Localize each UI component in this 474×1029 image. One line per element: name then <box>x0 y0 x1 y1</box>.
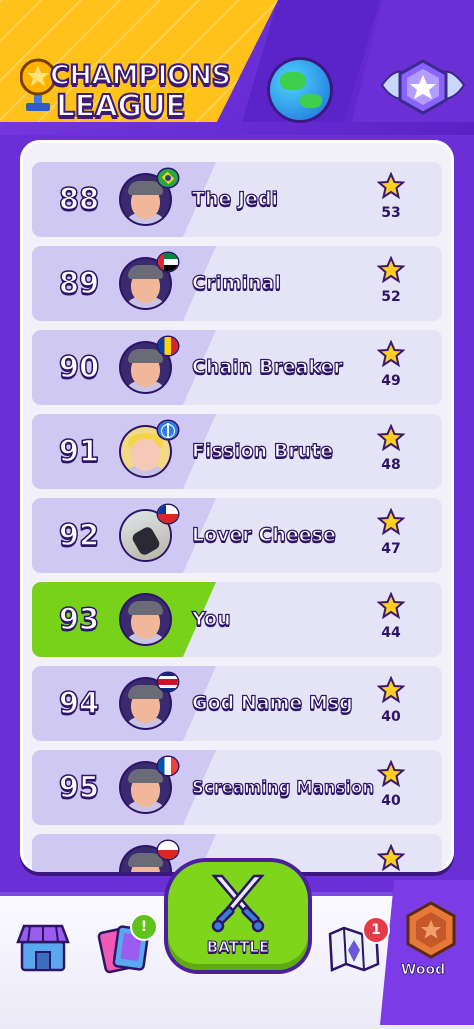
trophy-score: 40 <box>381 709 401 725</box>
player-name: Fission Brute <box>191 439 334 462</box>
trophy-score: 49 <box>381 373 401 389</box>
battle-button[interactable]: BATTLE <box>168 862 308 970</box>
star-icon <box>377 760 405 788</box>
trophy-score: 48 <box>381 457 401 473</box>
rank-number: 92 <box>58 517 100 553</box>
player-name: Chain Breaker <box>191 355 343 378</box>
star-icon <box>377 592 405 620</box>
header-bar: CHAMPIONS LEAGUE <box>0 0 474 135</box>
avatar <box>121 595 170 644</box>
romania-flag-icon <box>158 337 178 355</box>
league-label: Wood <box>400 962 446 979</box>
shop-icon[interactable] <box>16 922 70 972</box>
rank-number: 93 <box>58 601 100 637</box>
star-icon <box>377 844 405 872</box>
cards-alert-badge: ! <box>132 915 156 939</box>
rank-number: 95 <box>58 769 100 805</box>
star-icon <box>377 340 405 368</box>
player-name: The Jedi <box>191 187 279 210</box>
player-name: God Name Msg <box>191 691 353 714</box>
costa-rica-flag-icon <box>158 673 178 691</box>
star-icon <box>377 424 405 452</box>
leaderboard-row[interactable]: 90 Chain Breaker 49 <box>32 330 442 405</box>
leaderboard-row[interactable]: 95 Screaming Mansion 40 <box>32 750 442 825</box>
trophy-score: 47 <box>381 541 401 557</box>
player-name: Lover Cheese <box>191 523 336 546</box>
star-badge-icon[interactable] <box>378 55 468 121</box>
star-icon <box>377 508 405 536</box>
star-icon <box>377 256 405 284</box>
title-line-1: CHAMPIONS <box>49 59 232 92</box>
leaderboard-panel[interactable]: 88 The Jedi 53 89 Criminal 52 90 Chain B… <box>20 140 454 872</box>
rank-number: 91 <box>58 433 100 469</box>
world-flag-icon <box>158 421 178 439</box>
trophy-score: 40 <box>381 793 401 809</box>
leaderboard-row-you[interactable]: 93 You 44 <box>32 582 442 657</box>
page-title: CHAMPIONS LEAGUE <box>49 59 232 124</box>
globe-icon[interactable] <box>270 60 330 120</box>
star-icon <box>377 172 405 200</box>
player-name: Screaming Mansion <box>191 777 375 797</box>
leaderboard-row[interactable]: 92 Lover Cheese 47 <box>32 498 442 573</box>
leaderboard-row[interactable]: 89 Criminal 52 <box>32 246 442 321</box>
uae-flag-icon <box>158 253 178 271</box>
trophy-score: 53 <box>381 205 401 221</box>
rank-number: 94 <box>58 685 100 721</box>
player-name: You <box>191 607 231 630</box>
flag-icon <box>158 841 178 859</box>
crossed-swords-icon <box>211 874 265 933</box>
leaderboard-row[interactable]: 91 Fission Brute 48 <box>32 414 442 489</box>
title-line-2: LEAGUE <box>55 89 187 124</box>
rank-number: 89 <box>58 265 100 301</box>
chile-flag-icon <box>158 505 178 523</box>
star-icon <box>377 676 405 704</box>
brazil-flag-icon <box>158 169 178 187</box>
wood-badge-icon[interactable] <box>404 900 458 960</box>
battle-label: BATTLE <box>206 938 270 957</box>
rank-number: 88 <box>58 181 100 217</box>
leaderboard-row[interactable]: 94 God Name Msg 40 <box>32 666 442 741</box>
leaderboard-row[interactable]: 88 The Jedi 53 <box>32 162 442 237</box>
rank-number: 90 <box>58 349 100 385</box>
map-notification-badge: 1 <box>364 918 388 942</box>
player-name: Criminal <box>191 271 281 294</box>
france-flag-icon <box>158 757 178 775</box>
trophy-score: 44 <box>381 625 401 641</box>
trophy-score: 52 <box>381 289 401 305</box>
